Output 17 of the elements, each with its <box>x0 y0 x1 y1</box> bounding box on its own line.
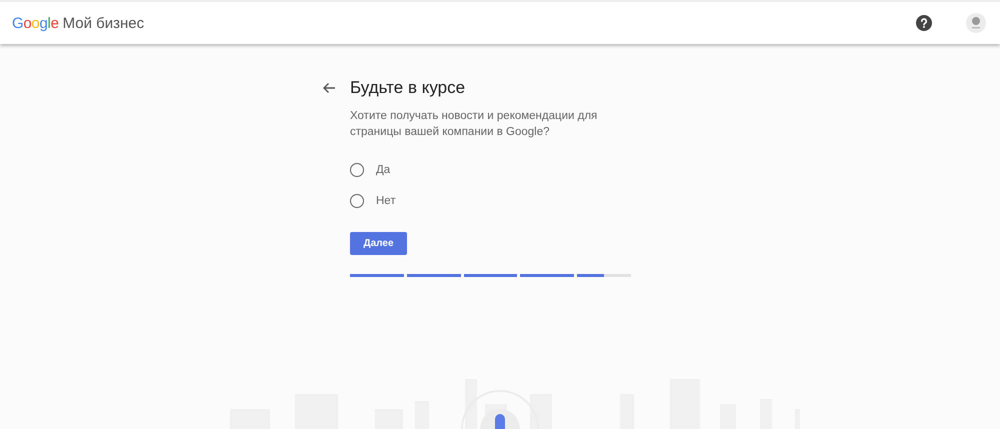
back-arrow-icon[interactable] <box>322 82 336 94</box>
progress-segment <box>464 274 518 277</box>
progress-segment <box>577 274 631 277</box>
radio-button[interactable] <box>350 162 364 176</box>
help-icon[interactable] <box>916 15 932 31</box>
google-logo[interactable]: Google <box>12 14 59 32</box>
option-label: Нет <box>376 194 396 206</box>
product-name: Мой бизнес <box>62 14 144 32</box>
next-button[interactable]: Далее <box>350 232 407 255</box>
step-title: Будьте в курсе <box>350 78 466 98</box>
radio-button[interactable] <box>350 194 364 208</box>
progress-segment <box>406 274 461 277</box>
progress-segment <box>350 274 404 277</box>
question-text: Хотите получать новости и рекомендации для страницы вашей компании в Google? <box>350 109 598 140</box>
avatar-icon[interactable] <box>966 13 986 33</box>
option-label: Да <box>376 164 390 176</box>
progress-segment <box>520 274 574 277</box>
